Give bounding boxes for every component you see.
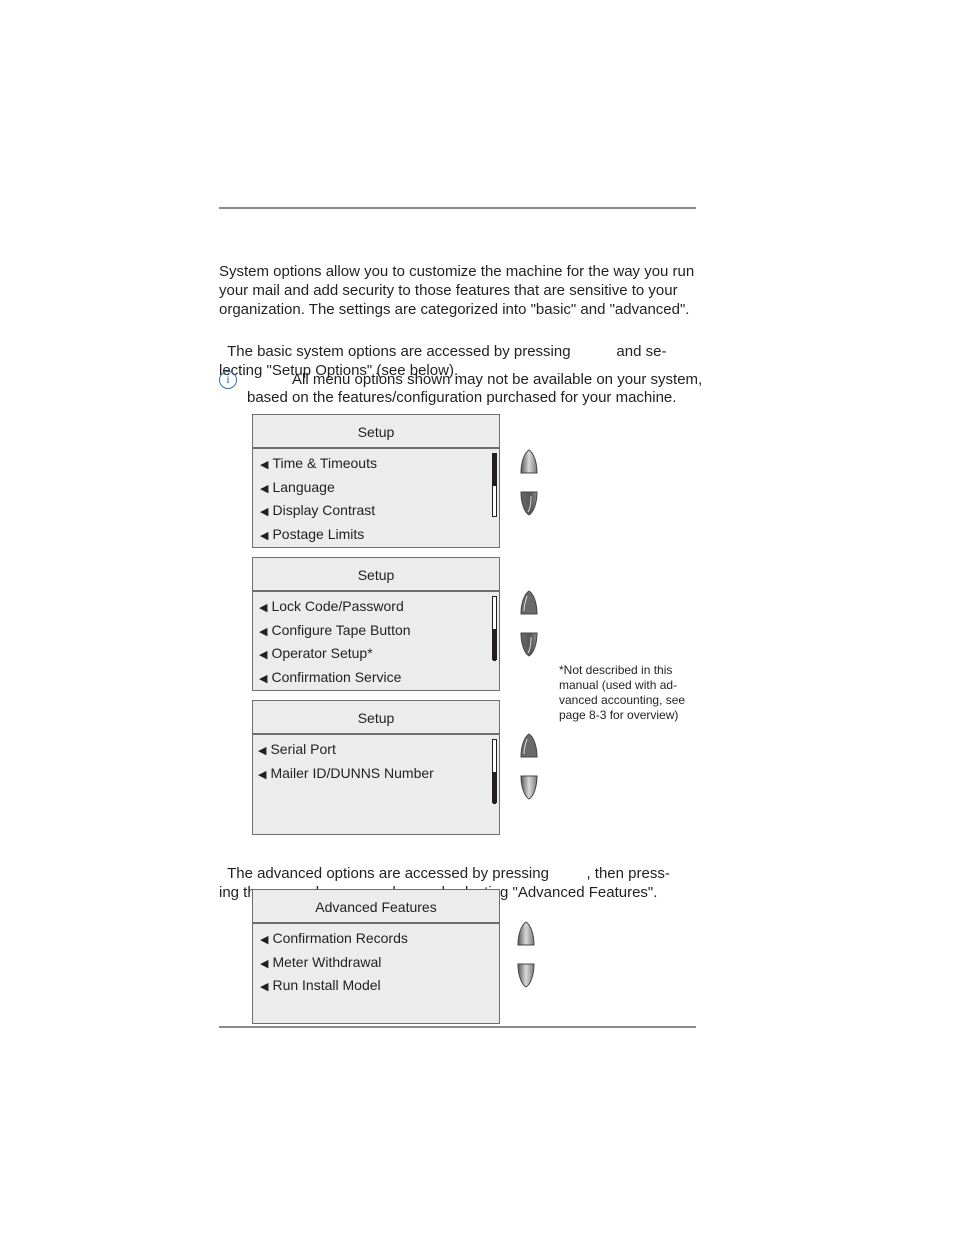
menu-item[interactable]: ◀ Display Contrast <box>260 500 499 524</box>
select-arrow-icon: ◀ <box>260 934 269 946</box>
select-arrow-icon: ◀ <box>259 625 268 638</box>
text-line: organization. The settings are categoriz… <box>219 301 690 318</box>
menu-item[interactable]: ◀ Confirmation Records <box>260 928 499 952</box>
menu-item-label: Serial Port <box>270 741 336 757</box>
footnote-line: manual (used with ad- <box>559 678 678 692</box>
menu-item[interactable]: ◀ Run Install Model <box>260 975 499 999</box>
text-line: System options allow you to customize th… <box>219 263 695 280</box>
menu-item-label: Time & Timeouts <box>272 455 377 471</box>
scrollbar-thumb[interactable] <box>493 772 496 804</box>
intro-paragraph: System options allow you to customize th… <box>219 262 699 319</box>
select-arrow-icon: ◀ <box>260 506 269 518</box>
select-arrow-icon: ◀ <box>259 602 268 614</box>
menu-item-label: Confirmation Records <box>272 930 408 946</box>
bottom-rule <box>219 1026 696 1028</box>
menu-item[interactable]: ◀ Lock Code/Password <box>259 596 499 620</box>
menu-item[interactable]: ◀ Time & Timeouts <box>260 453 499 477</box>
up-arrow-key-icon[interactable] <box>517 921 535 947</box>
scrollbar[interactable] <box>492 596 497 661</box>
setup-screen-2: Setup ◀ Lock Code/Password ◀ Configure Tap… <box>252 557 500 691</box>
menu-item-label: Lock Code/Password <box>271 598 404 614</box>
menu-item-label: Meter Withdrawal <box>272 953 382 970</box>
select-arrow-icon: ◀ <box>260 459 269 471</box>
menu-item[interactable]: ◀ Serial Port <box>258 739 499 763</box>
down-arrow-key-icon[interactable] <box>520 490 538 516</box>
menu-item[interactable]: ◀ Confirmation Service <box>259 667 499 691</box>
menu-item-label: Confirmation Service <box>271 668 402 685</box>
menu-item-label: Postage Limits <box>272 525 365 542</box>
top-rule <box>219 207 696 209</box>
select-arrow-icon: ◀ <box>260 482 269 495</box>
select-arrow-icon: ◀ <box>260 529 269 542</box>
menu-item[interactable]: ◀ Mailer ID/DUNNS Number <box>258 763 499 787</box>
menu-item[interactable]: ◀ Meter Withdrawal <box>260 952 499 976</box>
menu-item[interactable]: ◀ Operator Setup* <box>259 643 499 667</box>
select-arrow-icon: ◀ <box>259 649 268 661</box>
select-arrow-icon: ◀ <box>258 768 267 781</box>
down-arrow-key-icon[interactable] <box>517 962 535 988</box>
menu-list: ◀ Confirmation Records ◀ Meter Withdrawal … <box>253 924 499 999</box>
footnote-line: page 8-3 for overview) <box>559 708 679 722</box>
up-arrow-key-icon[interactable] <box>520 449 538 475</box>
menu-item-label: Run Install Model <box>272 977 381 993</box>
menu-item-label: Mailer ID/DUNNS Number <box>270 764 434 781</box>
menu-item-label: Configure Tape Button <box>271 621 411 638</box>
footnote-line: *Not described in this <box>559 663 673 677</box>
menu-item-label: Language <box>272 478 335 495</box>
screen-title: Setup <box>253 701 499 735</box>
text-line: The basic system options are accessed by… <box>227 343 667 360</box>
note-text: based on the features/configuration purc… <box>247 389 677 406</box>
select-arrow-icon: ◀ <box>260 957 269 970</box>
menu-item[interactable]: ◀ Configure Tape Button <box>259 620 499 644</box>
up-arrow-key-icon[interactable] <box>520 733 538 759</box>
setup-screen-1: Setup ◀ Time & Timeouts ◀ Language ◀ Displa… <box>252 414 500 548</box>
select-arrow-icon: ◀ <box>260 981 269 993</box>
select-arrow-icon: ◀ <box>258 745 267 757</box>
footnote: *Not described in this manual (used with… <box>559 663 699 723</box>
down-arrow-key-icon[interactable] <box>520 774 538 800</box>
down-arrow-key-icon[interactable] <box>520 631 538 657</box>
menu-item-label: Display Contrast <box>272 502 376 518</box>
select-arrow-icon: ◀ <box>259 672 268 685</box>
scrollbar-thumb[interactable] <box>493 629 496 661</box>
screen-title: Advanced Features <box>253 890 499 924</box>
menu-list: ◀ Time & Timeouts ◀ Language ◀ Display Cont… <box>253 449 499 547</box>
text-line: The advanced options are accessed by pre… <box>227 865 670 882</box>
scrollbar[interactable] <box>492 453 497 517</box>
info-icon: i <box>219 371 237 389</box>
menu-list: ◀ Lock Code/Password ◀ Configure Tape Butt… <box>253 592 499 690</box>
text-line: your mail and add security to those feat… <box>219 282 678 299</box>
scrollbar[interactable] <box>492 739 497 804</box>
advanced-features-screen: Advanced Features ◀ Confirmation Records … <box>252 889 500 1024</box>
menu-item[interactable]: ◀ Language <box>260 477 499 501</box>
setup-screen-3: Setup ◀ Serial Port ◀ Mailer ID/DUNNS Numb… <box>252 700 500 835</box>
screen-title: Setup <box>253 558 499 592</box>
menu-item-label: Operator Setup* <box>271 645 373 661</box>
menu-item[interactable]: ◀ Postage Limits <box>260 524 499 548</box>
footnote-line: vanced accounting, see <box>559 693 686 707</box>
scrollbar-thumb[interactable] <box>493 454 496 486</box>
up-arrow-key-icon[interactable] <box>520 590 538 616</box>
note-text: All menu options shown may not be availa… <box>292 371 703 388</box>
screen-title: Setup <box>253 415 499 449</box>
menu-list: ◀ Serial Port ◀ Mailer ID/DUNNS Number <box>253 735 499 804</box>
